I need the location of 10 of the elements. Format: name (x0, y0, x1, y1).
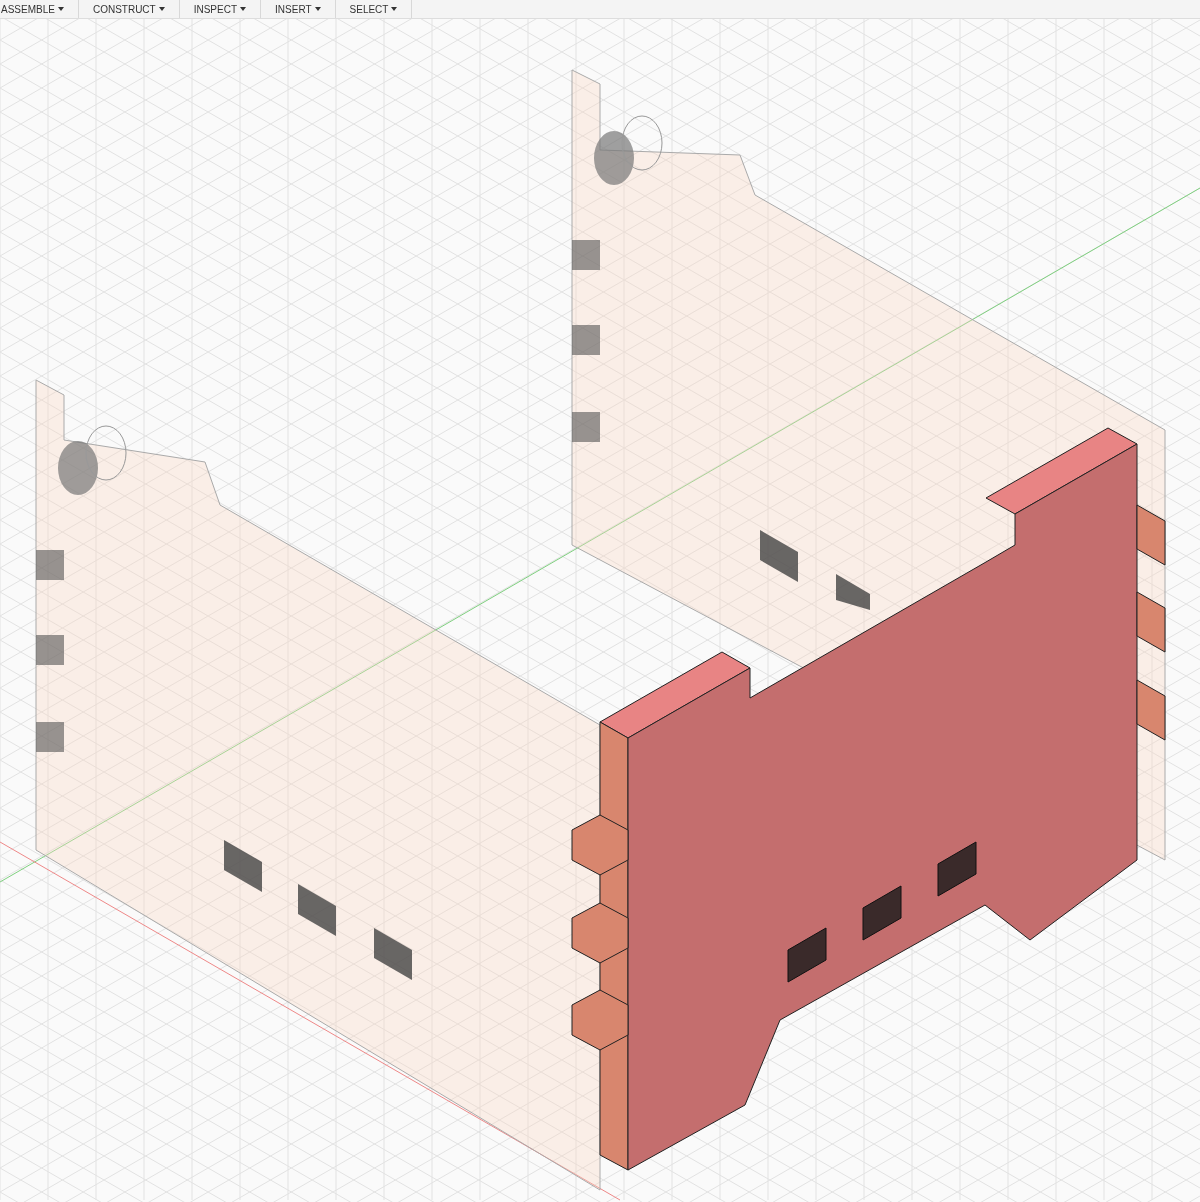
caret-icon (240, 7, 247, 11)
caret-icon (314, 7, 321, 11)
caret-icon (391, 7, 398, 11)
menu-item[interactable]: ASSEMBLE (0, 0, 79, 18)
menu-item[interactable]: SELECT (335, 0, 413, 18)
menu-item[interactable]: INSPECT (179, 0, 262, 18)
caret-icon (158, 7, 165, 11)
caret-icon (57, 7, 64, 11)
menu-item[interactable]: INSERT (261, 0, 336, 18)
menu-item[interactable]: CONSTRUCT (78, 0, 180, 18)
